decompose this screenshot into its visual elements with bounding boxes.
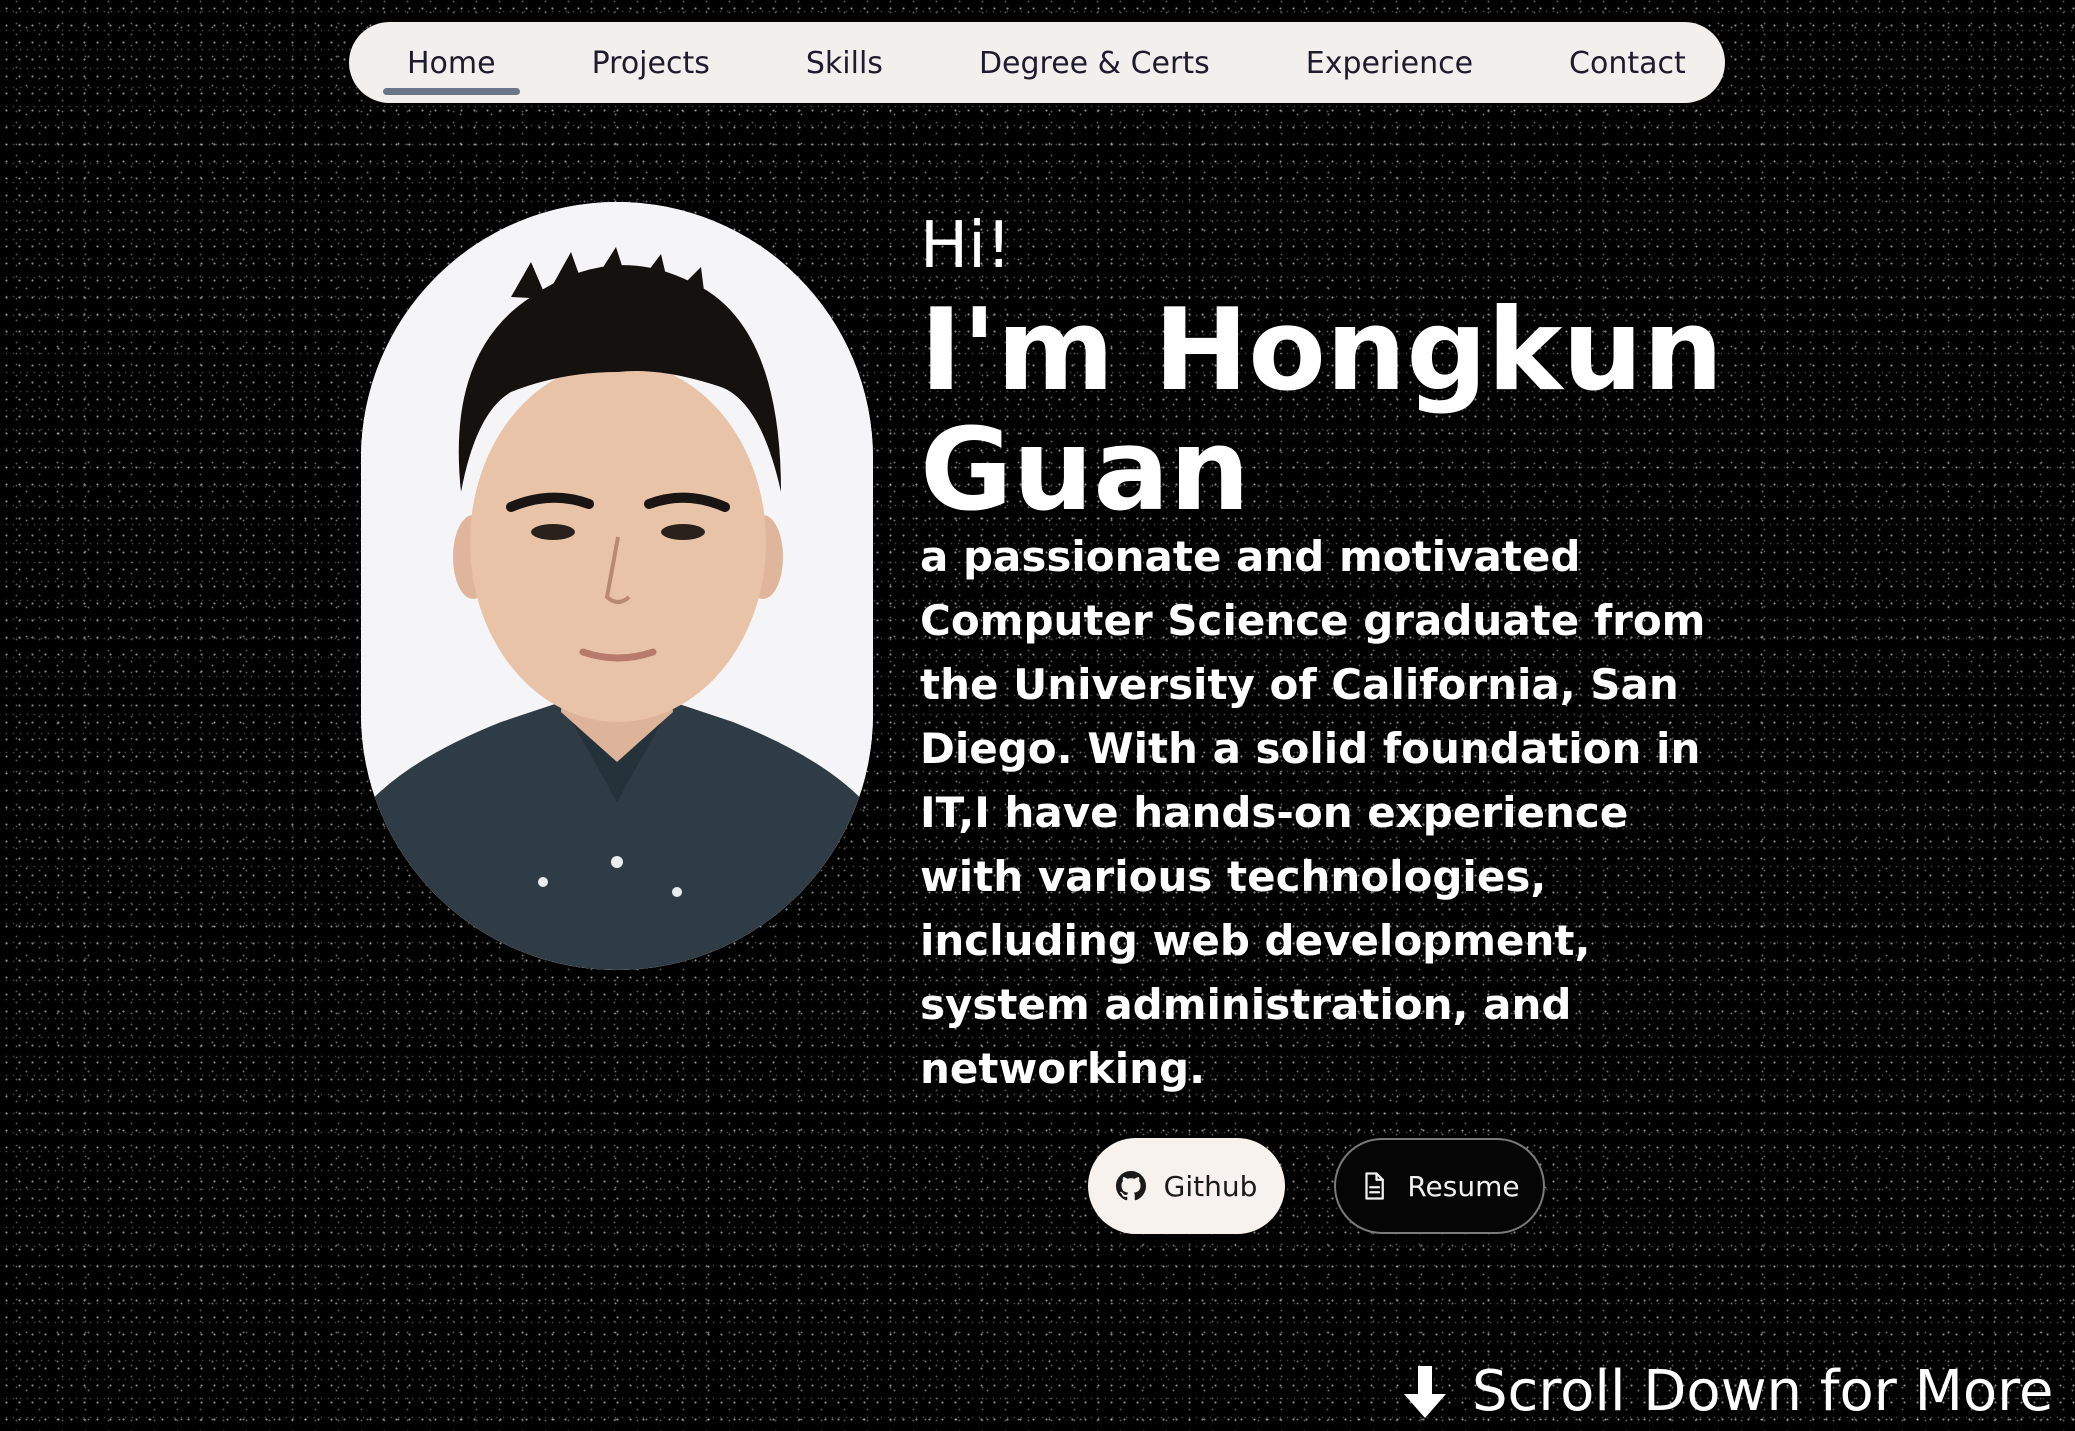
nav-item-label: Experience — [1305, 46, 1474, 81]
profile-photo-illustration — [361, 202, 873, 970]
hero-bio: a passionate and motivated Computer Scie… — [920, 532, 1706, 1093]
nav-item-label: Contact — [1569, 46, 1686, 81]
resume-button[interactable]: Resume — [1334, 1138, 1545, 1234]
nav-item-contact[interactable]: Contact — [1545, 22, 1710, 103]
hero-name: I'm Hongkun Guan — [920, 284, 1724, 536]
nav-active-indicator — [383, 88, 520, 95]
nav-item-degree-certs[interactable]: Degree & Certs — [955, 22, 1234, 103]
arrow-down-icon — [1400, 1364, 1450, 1420]
top-navigation: Home Projects Skills Degree & Certs Expe… — [349, 22, 1725, 103]
nav-item-experience[interactable]: Experience — [1282, 22, 1497, 103]
github-icon — [1115, 1171, 1146, 1201]
github-button[interactable]: Github — [1088, 1138, 1285, 1234]
scroll-down-label: Scroll Down for More — [1472, 1359, 2054, 1424]
profile-photo — [361, 202, 873, 970]
document-icon — [1359, 1171, 1389, 1201]
scroll-down-hint[interactable]: Scroll Down for More — [1400, 1357, 2053, 1427]
nav-item-label: Skills — [805, 46, 883, 81]
nav-item-skills[interactable]: Skills — [782, 22, 907, 103]
nav-item-label: Home — [407, 46, 496, 81]
nav-item-label: Degree & Certs — [978, 46, 1210, 81]
nav-item-projects[interactable]: Projects — [568, 22, 734, 103]
nav-item-home[interactable]: Home — [383, 22, 520, 103]
resume-button-label: Resume — [1407, 1169, 1520, 1203]
github-button-label: Github — [1163, 1169, 1258, 1203]
greeting-text: Hi! — [920, 209, 1012, 283]
nav-item-label: Projects — [591, 46, 710, 81]
